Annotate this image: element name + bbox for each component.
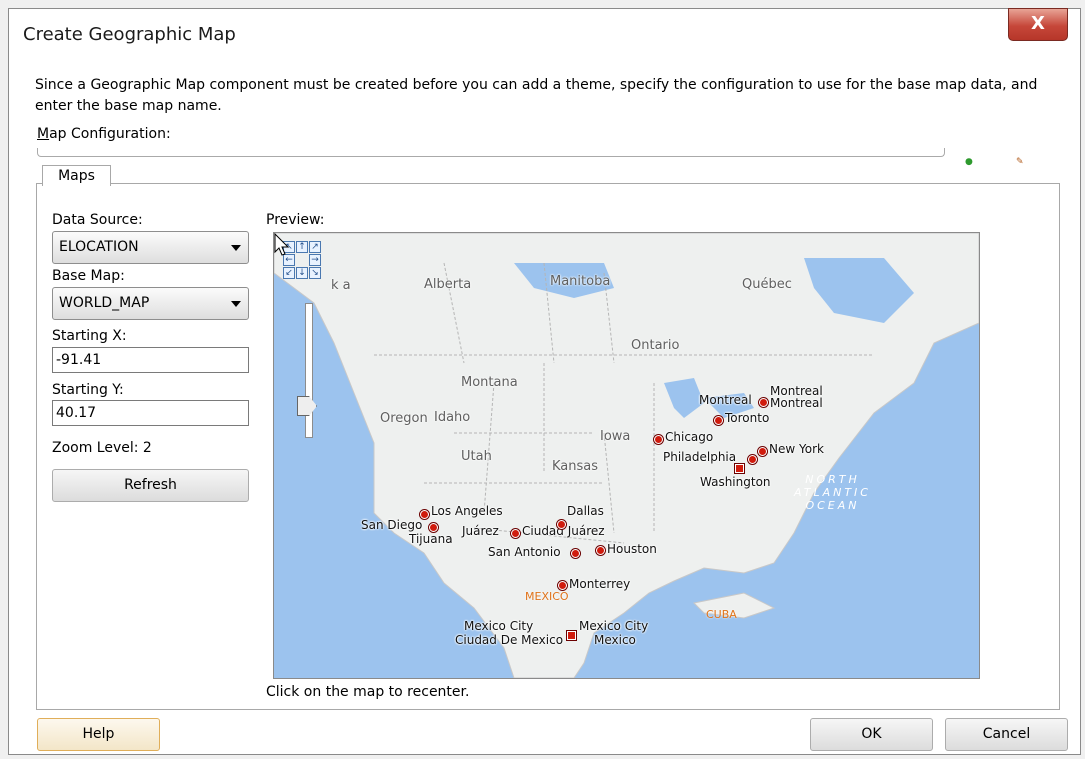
pan-north-icon[interactable]: ↑ xyxy=(296,241,308,253)
city-label: Monterrey xyxy=(569,577,631,591)
dialog-content: Since a Geographic Map component must be… xyxy=(31,59,1074,754)
base-map-label: Base Map: xyxy=(52,268,125,284)
region-label: Québec xyxy=(742,277,792,292)
preview-hint: Click on the map to recenter. xyxy=(266,684,470,700)
city-label: San Antonio xyxy=(488,545,561,559)
city-label: Montreal xyxy=(699,393,752,407)
chevron-down-icon xyxy=(231,301,241,307)
starting-x-input[interactable] xyxy=(52,347,249,373)
city-marker[interactable] xyxy=(596,546,605,555)
city-label: Ciudad De Mexico xyxy=(455,633,564,647)
city-label: Washington xyxy=(700,475,771,489)
zoom-level-text: Zoom Level: 2 xyxy=(52,440,152,456)
region-label: Montana xyxy=(461,375,518,390)
description-text: Since a Geographic Map component must be… xyxy=(35,77,1038,114)
region-label: Manitoba xyxy=(550,274,611,289)
close-icon: X xyxy=(1031,13,1045,34)
city-label: Houston xyxy=(607,542,657,556)
ocean-label: NORTH ATLANTIC OCEAN xyxy=(794,473,871,512)
pan-south-icon[interactable]: ↓ xyxy=(296,267,308,279)
dialog-title: Create Geographic Map xyxy=(23,24,236,45)
city-marker[interactable] xyxy=(511,529,520,538)
city-label: Mexico City xyxy=(464,619,534,633)
preview-label: Preview: xyxy=(266,212,325,228)
map-configuration-field[interactable] xyxy=(37,148,945,157)
city-label: Toronto xyxy=(725,411,770,425)
city-marker[interactable] xyxy=(429,523,438,532)
country-label: MEXICO xyxy=(525,590,569,603)
city-marker[interactable] xyxy=(714,416,723,425)
starting-y-label: Starting Y: xyxy=(52,382,124,398)
title-bar: Create Geographic Map X xyxy=(9,8,1080,57)
map-preview[interactable]: ↖ ↑ ↗ ← → ↙ ↓ ↘ k a Alberta Manitoba Qué… xyxy=(273,232,980,679)
city-label: Los Angeles xyxy=(431,504,503,518)
region-label: Iowa xyxy=(600,429,631,444)
city-marker[interactable] xyxy=(735,464,744,473)
region-label: Idaho xyxy=(434,410,471,425)
city-label: New York xyxy=(769,442,824,456)
ok-button[interactable]: OK xyxy=(810,718,933,751)
city-label: Tijuana xyxy=(409,532,453,546)
data-source-select[interactable]: ELOCATION xyxy=(52,231,249,264)
tab-maps[interactable]: Maps xyxy=(42,165,111,186)
pan-southeast-icon[interactable]: ↘ xyxy=(309,267,321,279)
city-marker[interactable] xyxy=(557,520,566,529)
region-label: Alberta xyxy=(424,277,472,292)
map-configuration-label-text: ap Configuration: xyxy=(49,126,171,142)
data-source-label: Data Source: xyxy=(52,212,143,228)
city-label: Juárez xyxy=(462,524,499,538)
country-label: CUBA xyxy=(706,608,737,621)
city-label: Mexico xyxy=(594,633,636,647)
add-configuration-icon[interactable]: ● xyxy=(965,157,973,167)
starting-y-input[interactable] xyxy=(52,400,249,426)
region-label: Utah xyxy=(461,449,492,464)
region-label: Oregon xyxy=(380,411,428,426)
edit-configuration-icon[interactable]: ✎ xyxy=(1016,157,1024,167)
mouse-pointer-icon xyxy=(274,233,290,256)
city-label: Philadelphia xyxy=(663,450,737,464)
region-label: Kansas xyxy=(552,459,599,474)
pan-southwest-icon[interactable]: ↙ xyxy=(283,267,295,279)
city-marker[interactable] xyxy=(567,631,576,640)
map-configuration-label: Map Configuration: xyxy=(37,126,171,142)
city-label: Mexico City xyxy=(579,619,649,633)
cancel-button[interactable]: Cancel xyxy=(945,718,1068,751)
city-label: Montreal xyxy=(770,396,823,410)
close-button[interactable]: X xyxy=(1008,8,1068,41)
city-marker[interactable] xyxy=(748,455,757,464)
create-geographic-map-dialog: Create Geographic Map X Since a Geograph… xyxy=(8,8,1081,755)
city-marker[interactable] xyxy=(558,581,567,590)
map-land-svg xyxy=(274,233,979,678)
city-marker[interactable] xyxy=(759,398,768,407)
city-label: Dallas xyxy=(567,504,604,518)
refresh-button[interactable]: Refresh xyxy=(52,469,249,502)
city-marker[interactable] xyxy=(571,549,580,558)
chevron-down-icon xyxy=(231,245,241,251)
maps-panel: Data Source: ELOCATION Base Map: WORLD_M… xyxy=(36,183,1060,710)
city-marker[interactable] xyxy=(654,435,663,444)
city-label: Chicago xyxy=(665,430,714,444)
base-map-select[interactable]: WORLD_MAP xyxy=(52,287,249,320)
pan-northeast-icon[interactable]: ↗ xyxy=(309,241,321,253)
help-button[interactable]: Help xyxy=(37,718,160,751)
starting-x-label: Starting X: xyxy=(52,328,127,344)
zoom-slider-track[interactable] xyxy=(305,303,313,438)
region-label: k a xyxy=(331,278,351,293)
city-label: San Diego xyxy=(361,518,423,532)
city-marker[interactable] xyxy=(758,447,767,456)
pan-east-icon[interactable]: → xyxy=(309,254,321,266)
region-label: Ontario xyxy=(631,338,680,353)
